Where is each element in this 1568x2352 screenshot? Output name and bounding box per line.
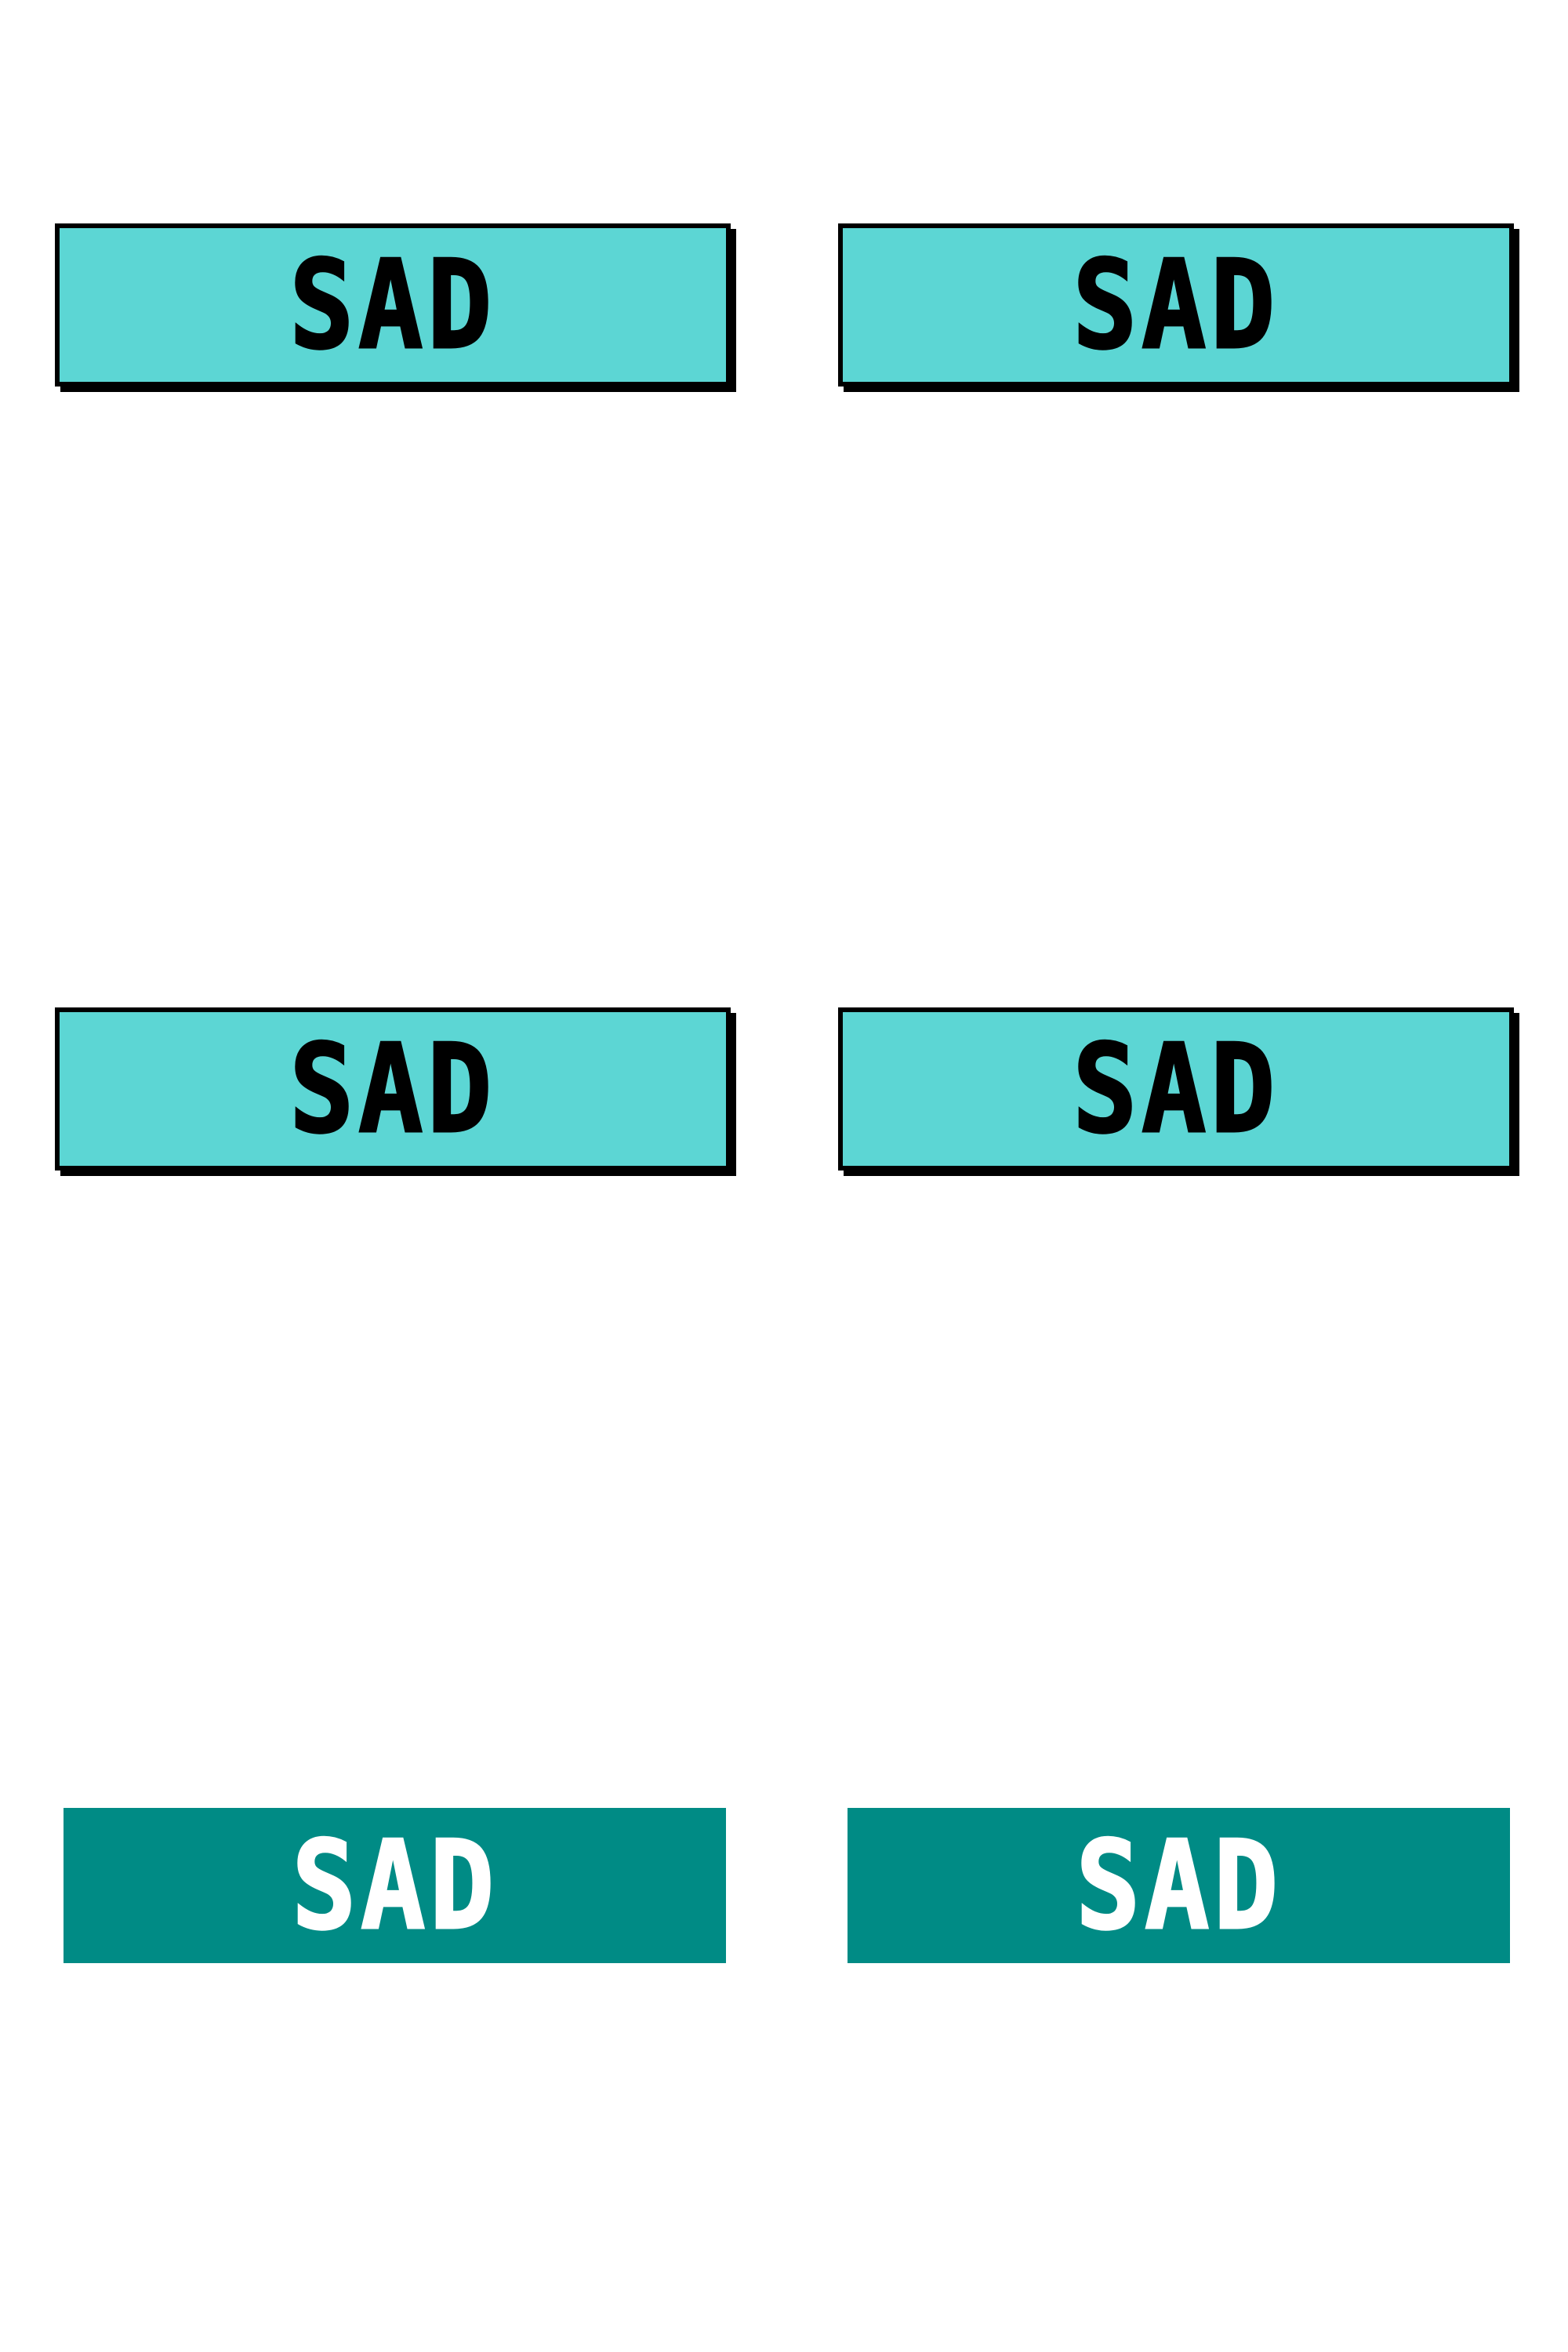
sad-tile-label: SAD bbox=[289, 234, 496, 376]
sad-tile-3[interactable]: SAD bbox=[55, 1007, 731, 1171]
sad-tile-label: SAD bbox=[1072, 234, 1279, 376]
sad-tile-4[interactable]: SAD bbox=[838, 1007, 1514, 1171]
sad-tile-label: SAD bbox=[289, 1018, 496, 1160]
sad-tile-6[interactable]: SAD bbox=[848, 1808, 1510, 1963]
sad-tile-label: SAD bbox=[1072, 1018, 1279, 1160]
sad-tile-label: SAD bbox=[290, 1814, 499, 1957]
sad-tile-2[interactable]: SAD bbox=[838, 223, 1514, 387]
sad-tile-1[interactable]: SAD bbox=[55, 223, 731, 387]
sad-tile-label: SAD bbox=[1074, 1814, 1283, 1957]
sad-tile-5[interactable]: SAD bbox=[64, 1808, 726, 1963]
